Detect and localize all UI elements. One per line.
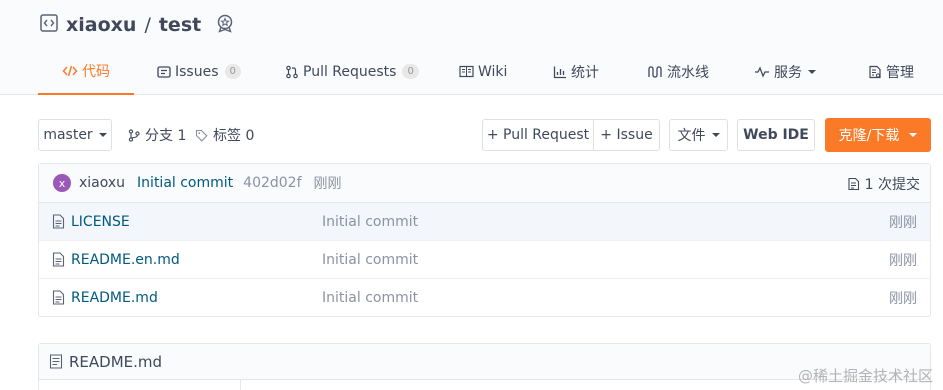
pulse-icon: [755, 65, 769, 78]
file-commit-time: 刚刚: [889, 252, 917, 269]
file-name-link[interactable]: README.en.md: [71, 252, 180, 268]
web-ide-label: Web IDE: [743, 127, 809, 143]
tab-wiki-label: Wiki: [478, 63, 508, 80]
file-name-link[interactable]: README.md: [71, 290, 158, 306]
pull-requests-count-badge: 0: [402, 64, 419, 79]
clone-download-label: 克隆/下载: [838, 128, 900, 144]
tab-wiki[interactable]: Wiki: [459, 48, 507, 95]
new-pull-request-button[interactable]: + Pull Request: [482, 119, 594, 151]
tags-count: 标签 0: [213, 128, 255, 144]
repo-toolbar: master 分支 1 标签 0 + Pull Request + Issue …: [38, 118, 931, 152]
code-repo-icon: [40, 13, 58, 37]
tab-issues[interactable]: Issues 0: [157, 48, 241, 95]
avatar[interactable]: x: [53, 174, 71, 192]
file-commit-time: 刚刚: [889, 291, 917, 307]
file-commit-message[interactable]: Initial commit: [322, 290, 418, 306]
issues-count-badge: 0: [224, 64, 241, 79]
repo-title: xiaoxu / test: [40, 10, 235, 40]
chevron-down-icon: [98, 133, 107, 137]
file-icon: [52, 290, 65, 305]
tab-pull-requests-label: Pull Requests: [303, 63, 397, 80]
files-dropdown-label: 文件: [677, 128, 706, 144]
tab-pull-requests[interactable]: Pull Requests 0: [285, 48, 419, 95]
branch-icon: [128, 128, 140, 142]
settings-document-icon: [869, 65, 881, 78]
branches-link[interactable]: 分支 1: [128, 119, 186, 151]
repo-header: xiaoxu / test 代码 Issues 0 Pull Requests …: [0, 0, 943, 95]
latest-commit-bar: x xiaoxu Initial commit 402d02f 刚刚 1 次提交: [39, 164, 930, 203]
repo-separator: /: [144, 14, 151, 36]
commit-author[interactable]: xiaoxu: [79, 175, 125, 191]
wiki-icon: [459, 65, 474, 78]
tab-pipeline-label: 流水线: [667, 64, 709, 81]
web-ide-button[interactable]: Web IDE: [737, 119, 815, 151]
tab-manage-label: 管理: [886, 64, 914, 81]
tab-code[interactable]: 代码: [38, 48, 134, 95]
branches-count: 分支 1: [145, 128, 187, 144]
file-name-link[interactable]: LICENSE: [71, 214, 130, 230]
tab-services[interactable]: 服务: [754, 48, 816, 95]
readme-toc-divider: [240, 380, 241, 390]
file-icon: [52, 214, 65, 229]
table-row[interactable]: README.en.md Initial commit 刚刚: [39, 241, 930, 279]
new-issue-label: + Issue: [600, 127, 653, 143]
readme-title: README.md: [69, 352, 163, 371]
table-row[interactable]: README.md Initial commit 刚刚: [39, 279, 930, 317]
file-commit-message[interactable]: Initial commit: [322, 252, 418, 268]
tag-icon: [195, 129, 208, 142]
clone-download-button[interactable]: 克隆/下载: [825, 118, 931, 152]
commit-count-link[interactable]: 1 次提交: [847, 164, 920, 203]
issues-icon: [157, 65, 171, 78]
watermark-text: @稀土掘金技术社区: [797, 367, 933, 385]
commit-count-label: 1 次提交: [864, 176, 920, 193]
code-icon: [62, 65, 78, 76]
commit-message-link[interactable]: Initial commit: [137, 175, 233, 191]
tab-code-label: 代码: [82, 63, 110, 80]
branch-select[interactable]: master: [38, 119, 112, 151]
chevron-down-icon: [711, 133, 720, 137]
commit-sha-link[interactable]: 402d02f: [243, 175, 301, 191]
commits-document-icon: [848, 177, 859, 190]
new-pull-request-label: + Pull Request: [486, 127, 590, 143]
tab-pipeline[interactable]: 流水线: [647, 48, 709, 95]
tab-manage[interactable]: 管理: [868, 48, 914, 95]
tab-statistics[interactable]: 统计: [553, 48, 599, 95]
bar-chart-icon: [553, 66, 566, 78]
file-icon: [52, 252, 65, 267]
tab-services-label: 服务: [774, 64, 802, 81]
chevron-down-icon: [808, 69, 816, 74]
recommend-badge-icon[interactable]: [215, 13, 235, 38]
tab-issues-label: Issues: [175, 63, 219, 80]
repo-name-link[interactable]: test: [159, 14, 201, 36]
repo-owner-link[interactable]: xiaoxu: [66, 14, 136, 36]
tags-link[interactable]: 标签 0: [195, 119, 254, 151]
commit-time: 刚刚: [313, 176, 342, 192]
new-issue-button[interactable]: + Issue: [593, 119, 660, 151]
chevron-down-icon: [909, 133, 918, 137]
branch-select-value: master: [43, 127, 93, 143]
pull-request-icon: [286, 65, 298, 78]
table-row[interactable]: LICENSE Initial commit 刚刚: [39, 203, 930, 241]
files-dropdown[interactable]: 文件: [669, 119, 728, 151]
readme-document-icon: [49, 354, 63, 369]
repo-tabs: 代码 Issues 0 Pull Requests 0 Wiki 统计 流水线 …: [38, 48, 943, 95]
file-list: x xiaoxu Initial commit 402d02f 刚刚 1 次提交…: [38, 163, 931, 317]
readme-header: README.md: [39, 344, 930, 380]
file-commit-message[interactable]: Initial commit: [322, 214, 418, 230]
tab-statistics-label: 统计: [571, 64, 599, 81]
file-commit-time: 刚刚: [889, 214, 917, 231]
watermark: @稀土掘金技术社区: [798, 365, 933, 386]
pipeline-icon: [648, 65, 662, 78]
